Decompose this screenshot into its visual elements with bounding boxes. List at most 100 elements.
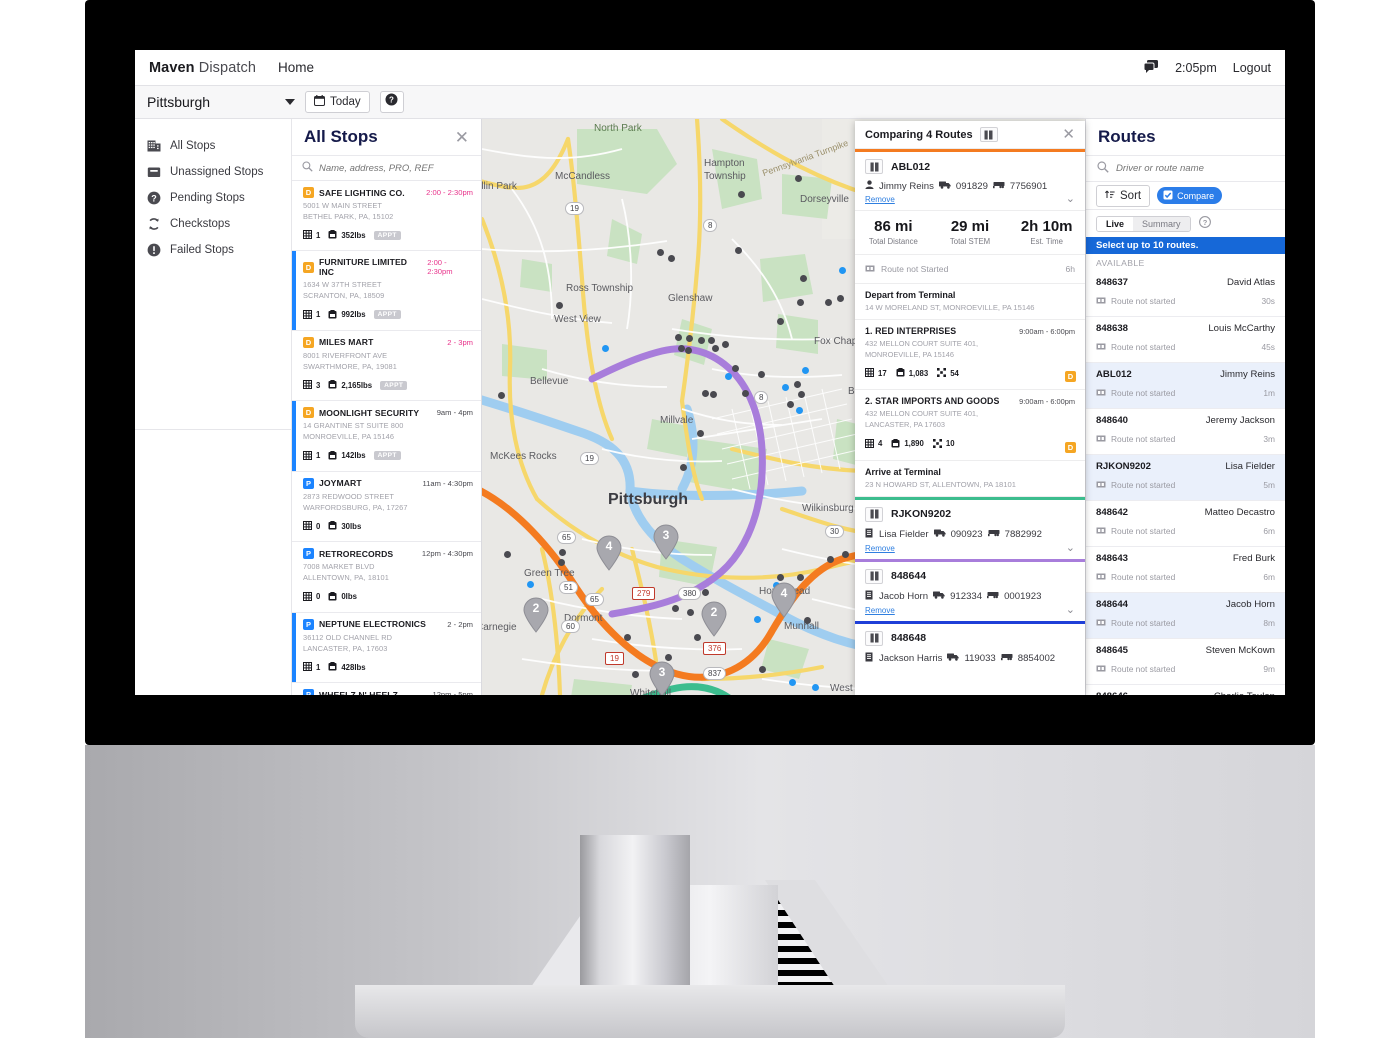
map-pin[interactable]: 3 [652, 524, 680, 560]
map-label: Bellevue [530, 376, 569, 387]
route-trailer: 0001923 [1004, 590, 1042, 602]
tab-summary[interactable]: Summary [1133, 216, 1190, 231]
route-age: 9m [1263, 664, 1275, 674]
table-row[interactable]: 848644 Jacob Horn Route not started 8m [1086, 593, 1285, 639]
map-label: Carnegie [482, 622, 517, 633]
compare-route-header[interactable]: RJKON9202 Lisa Fielder 090923 7882992 Re… [855, 500, 1085, 559]
manifest-icon[interactable] [865, 506, 883, 522]
tab-live[interactable]: Live [1097, 216, 1134, 231]
table-row[interactable]: 848637 David Atlas Route not started 30s [1086, 271, 1285, 317]
map-pin[interactable]: 3 [648, 661, 676, 695]
page-title: All Stops [304, 127, 378, 146]
close-icon[interactable]: ✕ [455, 129, 469, 146]
chat-icon[interactable] [1143, 59, 1159, 76]
calendar-icon [314, 95, 325, 109]
route-stop-weight: 1,083 [908, 368, 929, 378]
route-driver: Jeremy Jackson [1205, 415, 1275, 426]
logout-button[interactable]: Logout [1233, 61, 1271, 75]
manifest-icon[interactable] [865, 630, 883, 646]
list-item[interactable]: D MILES MART 2 - 3pm 8001 RIVERFRONT AVE… [292, 330, 481, 402]
search-input[interactable] [319, 162, 459, 174]
map-pin[interactable]: 2 [522, 597, 550, 633]
compare-route-header[interactable]: 848648 Jackson Harris 119033 8854002 [855, 624, 1085, 670]
stop-order-count: 0 [316, 592, 321, 602]
compare-button[interactable]: Compare [1157, 187, 1223, 204]
building-icon [147, 139, 161, 153]
route-age: 6m [1263, 572, 1275, 582]
nav-home[interactable]: Home [278, 60, 314, 75]
orders-icon [303, 588, 312, 606]
map-pin-count: 4 [605, 539, 613, 553]
route-stop-item[interactable]: 2. STAR IMPORTS AND GOODS 9:00am - 6:00p… [855, 390, 1085, 461]
region-select[interactable]: Pittsburgh [147, 94, 295, 110]
route-stop-item[interactable]: 1. RED INTERPRISES 9:00am - 6:00pm 432 M… [855, 320, 1085, 391]
route-truck: 090923 [950, 528, 983, 540]
chevron-down-icon[interactable]: ⌄ [1066, 604, 1075, 616]
question-circle-icon[interactable]: ? [1198, 215, 1211, 233]
compare-route-header[interactable]: ABL012 Jimmy Reins 091829 7756901 Remove… [855, 152, 1085, 210]
list-item[interactable]: D SAFE LIGHTING CO. 2:00 - 2:30pm 5001 W… [292, 181, 481, 252]
stop-name: FURNITURE LIMITED INC [319, 257, 408, 278]
list-item[interactable]: P RETRORECORDS 12pm - 4:30pm 7008 MARKET… [292, 542, 481, 613]
chevron-down-icon[interactable]: ⌄ [1066, 542, 1075, 554]
list-item[interactable]: D FURNITURE LIMITED INC 2:00 - 2:30pm 16… [292, 251, 481, 331]
highway-shield: 51 [559, 581, 578, 594]
route-driver: Lisa Fielder [879, 528, 929, 540]
stop-order-count: 3 [316, 380, 321, 390]
table-row[interactable]: 848638 Louis McCarthy Route not started 45… [1086, 317, 1285, 363]
table-row[interactable]: 848642 Matteo Decastro Route not started 6… [1086, 501, 1285, 547]
sidebar-item-checkstops[interactable]: Checkstops [135, 211, 291, 237]
manifest-icon[interactable] [979, 127, 998, 142]
map-pin[interactable]: 4 [595, 535, 623, 571]
map-pin[interactable]: 4 [770, 582, 798, 618]
list-item[interactable]: P NEPTUNE ELECTRONICS 2 - 2pm 36112 OLD … [292, 612, 481, 684]
remove-link[interactable]: Remove [865, 606, 895, 615]
view-segmented-control[interactable]: Live Summary [1096, 215, 1191, 232]
close-icon[interactable]: ✕ [1062, 127, 1075, 142]
sidebar-item-pending-stops[interactable]: ? Pending Stops [135, 185, 291, 211]
today-button[interactable]: Today [305, 91, 370, 113]
routes-list[interactable]: 848637 David Atlas Route not started 30s 8… [1086, 271, 1285, 695]
remove-link[interactable]: Remove [865, 195, 895, 204]
routes-search-bar[interactable] [1086, 155, 1285, 182]
remove-link[interactable]: Remove [865, 544, 895, 553]
sidebar-item-all-stops[interactable]: All Stops [135, 133, 291, 159]
sidebar-item-label: All Stops [170, 140, 216, 152]
chevron-down-icon[interactable]: ⌄ [1066, 194, 1075, 205]
stop-name: NEPTUNE ELECTRONICS [319, 619, 426, 630]
table-row[interactable]: 848645 Steven McKown Route not started 9m [1086, 639, 1285, 685]
sidebar-item-failed-stops[interactable]: Failed Stops [135, 237, 291, 263]
stop-address-line1: 7008 MARKET BLVD [303, 562, 375, 572]
list-item[interactable]: P JOYMART 11am - 4:30pm 2873 REDWOOD STR… [292, 471, 481, 543]
table-row[interactable]: RJKON9202 Lisa Fielder Route not started 5… [1086, 455, 1285, 501]
stat-total-distance: 86 mi Total Distance [855, 211, 932, 254]
stops-search-bar[interactable] [292, 155, 481, 181]
table-row[interactable]: 848640 Jeremy Jackson Route not started 3m [1086, 409, 1285, 455]
stops-list[interactable]: D SAFE LIGHTING CO. 2:00 - 2:30pm 5001 W… [292, 181, 481, 695]
routes-search-input[interactable] [1116, 163, 1256, 174]
manifest-icon[interactable] [865, 159, 883, 174]
sort-button[interactable]: Sort [1096, 184, 1151, 207]
sidebar-item-unassigned-stops[interactable]: Unassigned Stops [135, 159, 291, 185]
stop-time-window: 9am - 4pm [436, 408, 473, 418]
list-item[interactable]: P WHEELZ N' HEELZ 12pm - 5pm 117 GRANT L… [292, 683, 481, 695]
route-trailer: 8854002 [1017, 652, 1056, 664]
terminal-address: 14 W MORELAND ST, MONROEVILLE, PA 15146 [865, 303, 1035, 312]
map-pin-count: 2 [532, 601, 540, 615]
map-label: North Park [594, 123, 642, 134]
table-row[interactable]: 848643 Fred Burk Route not started 6m [1086, 547, 1285, 593]
help-button[interactable]: ? [379, 91, 404, 113]
sidebar-nav: All Stops Unassigned Stops ? Pending Sto… [135, 119, 292, 695]
stop-type-badge: P [303, 689, 314, 695]
route-truck: 912334 [950, 590, 983, 602]
manifest-icon[interactable] [865, 568, 883, 584]
table-row[interactable]: ABL012 Jimmy Reins Route not started 1m [1086, 363, 1285, 409]
list-item[interactable]: D MOONLIGHT SECURITY 9am - 4pm 14 GRANTI… [292, 401, 481, 472]
compare-routes-panel: Comparing 4 Routes ✕ ABL012 Jimmy Reins … [855, 121, 1085, 695]
table-row[interactable]: 848646Charlie Toulan Route not started10… [1086, 685, 1285, 695]
stop-time-window: 2 - 2pm [447, 619, 473, 629]
driver-icon [865, 528, 874, 541]
compare-route-header[interactable]: 848644 Jacob Horn 912334 0001923 Remove … [855, 562, 1085, 621]
route-status: Route not started [1111, 434, 1176, 444]
map-pin[interactable]: 2 [700, 601, 728, 637]
